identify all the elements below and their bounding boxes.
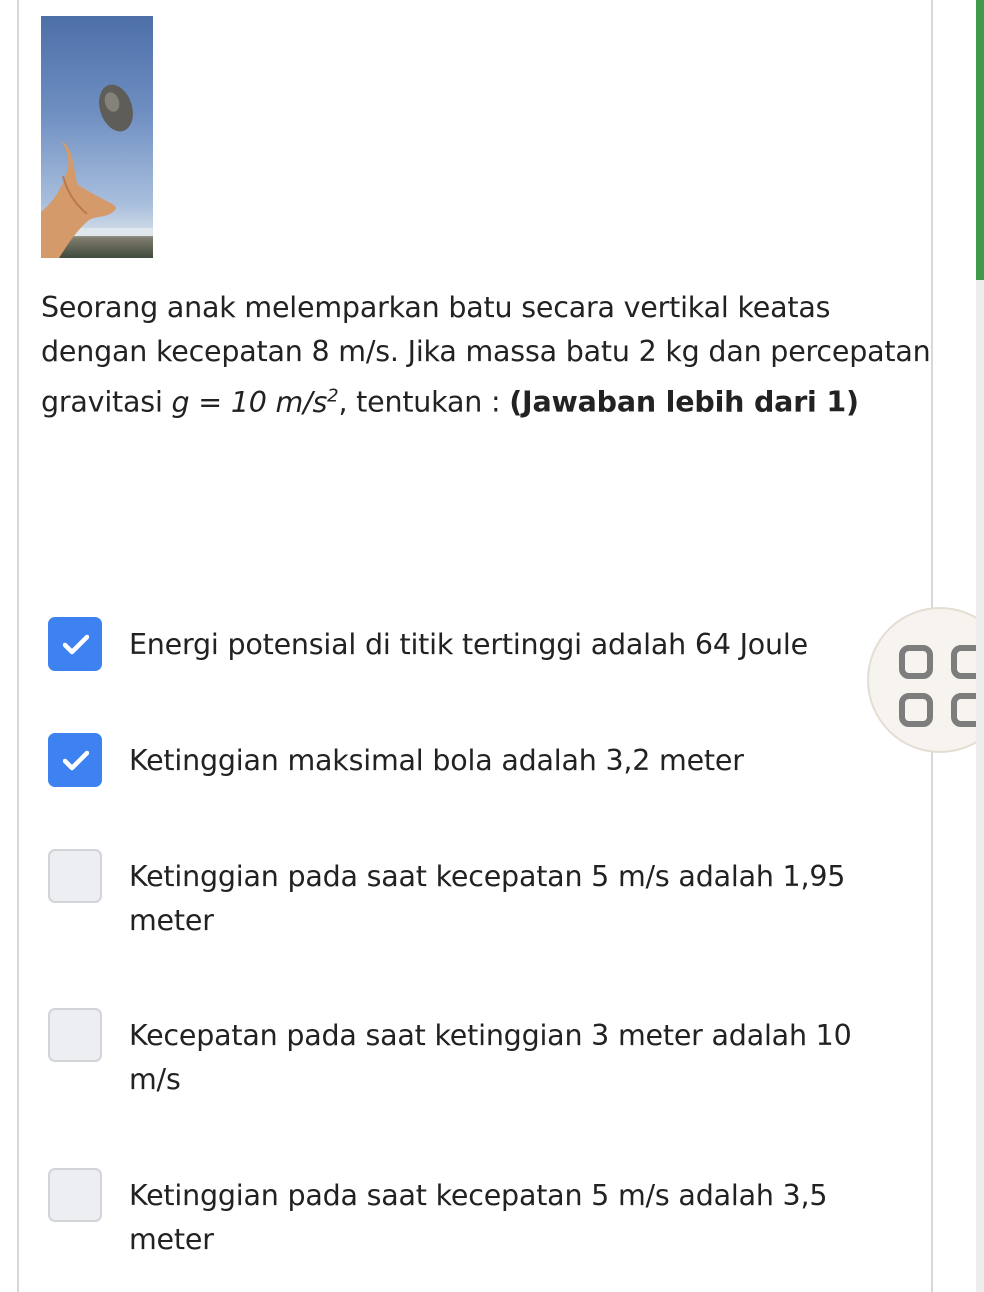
answer-label: Ketinggian pada saat kecepatan 5 m/s ada… [129, 1179, 828, 1256]
answer-checkbox[interactable] [48, 849, 102, 903]
answer-checkbox[interactable] [48, 1008, 102, 1062]
scrollbar-thumb[interactable] [976, 0, 984, 280]
answer-label: Ketinggian maksimal bola adalah 3,2 mete… [129, 744, 744, 777]
question-image [41, 16, 153, 258]
question-instruction: (Jawaban lebih dari 1) [509, 385, 859, 419]
answer-label: Ketinggian pada saat kecepatan 5 m/s ada… [129, 860, 846, 937]
answer-checkbox[interactable] [48, 617, 102, 671]
checkmark-icon [63, 634, 89, 655]
grid-view-icon [899, 645, 933, 679]
answer-checkbox[interactable] [48, 1168, 102, 1222]
stone-throw-illustration [41, 84, 153, 258]
gravity-formula-exponent: 2 [327, 385, 339, 406]
question-text: Seorang anak melemparkan batu secara ver… [41, 286, 931, 425]
grid-view-icon [899, 693, 933, 727]
answer-checkbox[interactable] [48, 733, 102, 787]
answer-label: Energi potensial di titik tertinggi adal… [129, 628, 808, 661]
gravity-formula-base: g = 10 m/s [171, 385, 328, 419]
gravity-formula: g = 10 m/s2 [171, 385, 339, 419]
checkmark-icon [63, 750, 89, 771]
question-text-part2: , tentukan : [338, 385, 510, 419]
answer-label: Kecepatan pada saat ketinggian 3 meter a… [129, 1019, 852, 1096]
